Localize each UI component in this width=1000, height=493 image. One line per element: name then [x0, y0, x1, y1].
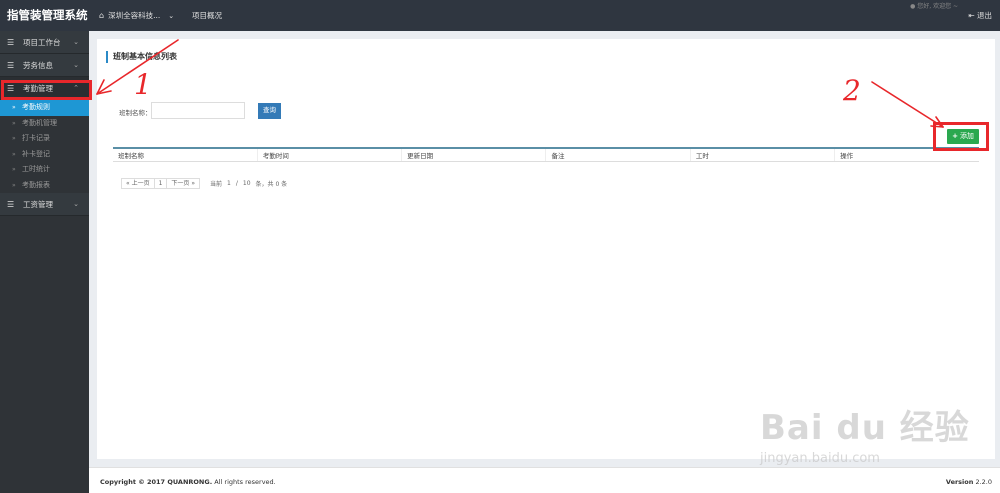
annotation-number-1: 1: [134, 68, 152, 101]
watermark-url: jingyan.baidu.com: [760, 451, 880, 466]
baidu-watermark: Bai du 经验 jingyan.baidu.com: [760, 400, 970, 466]
annotation-number-2: 2: [842, 74, 861, 107]
watermark-brand: Bai du 经验: [760, 408, 970, 448]
